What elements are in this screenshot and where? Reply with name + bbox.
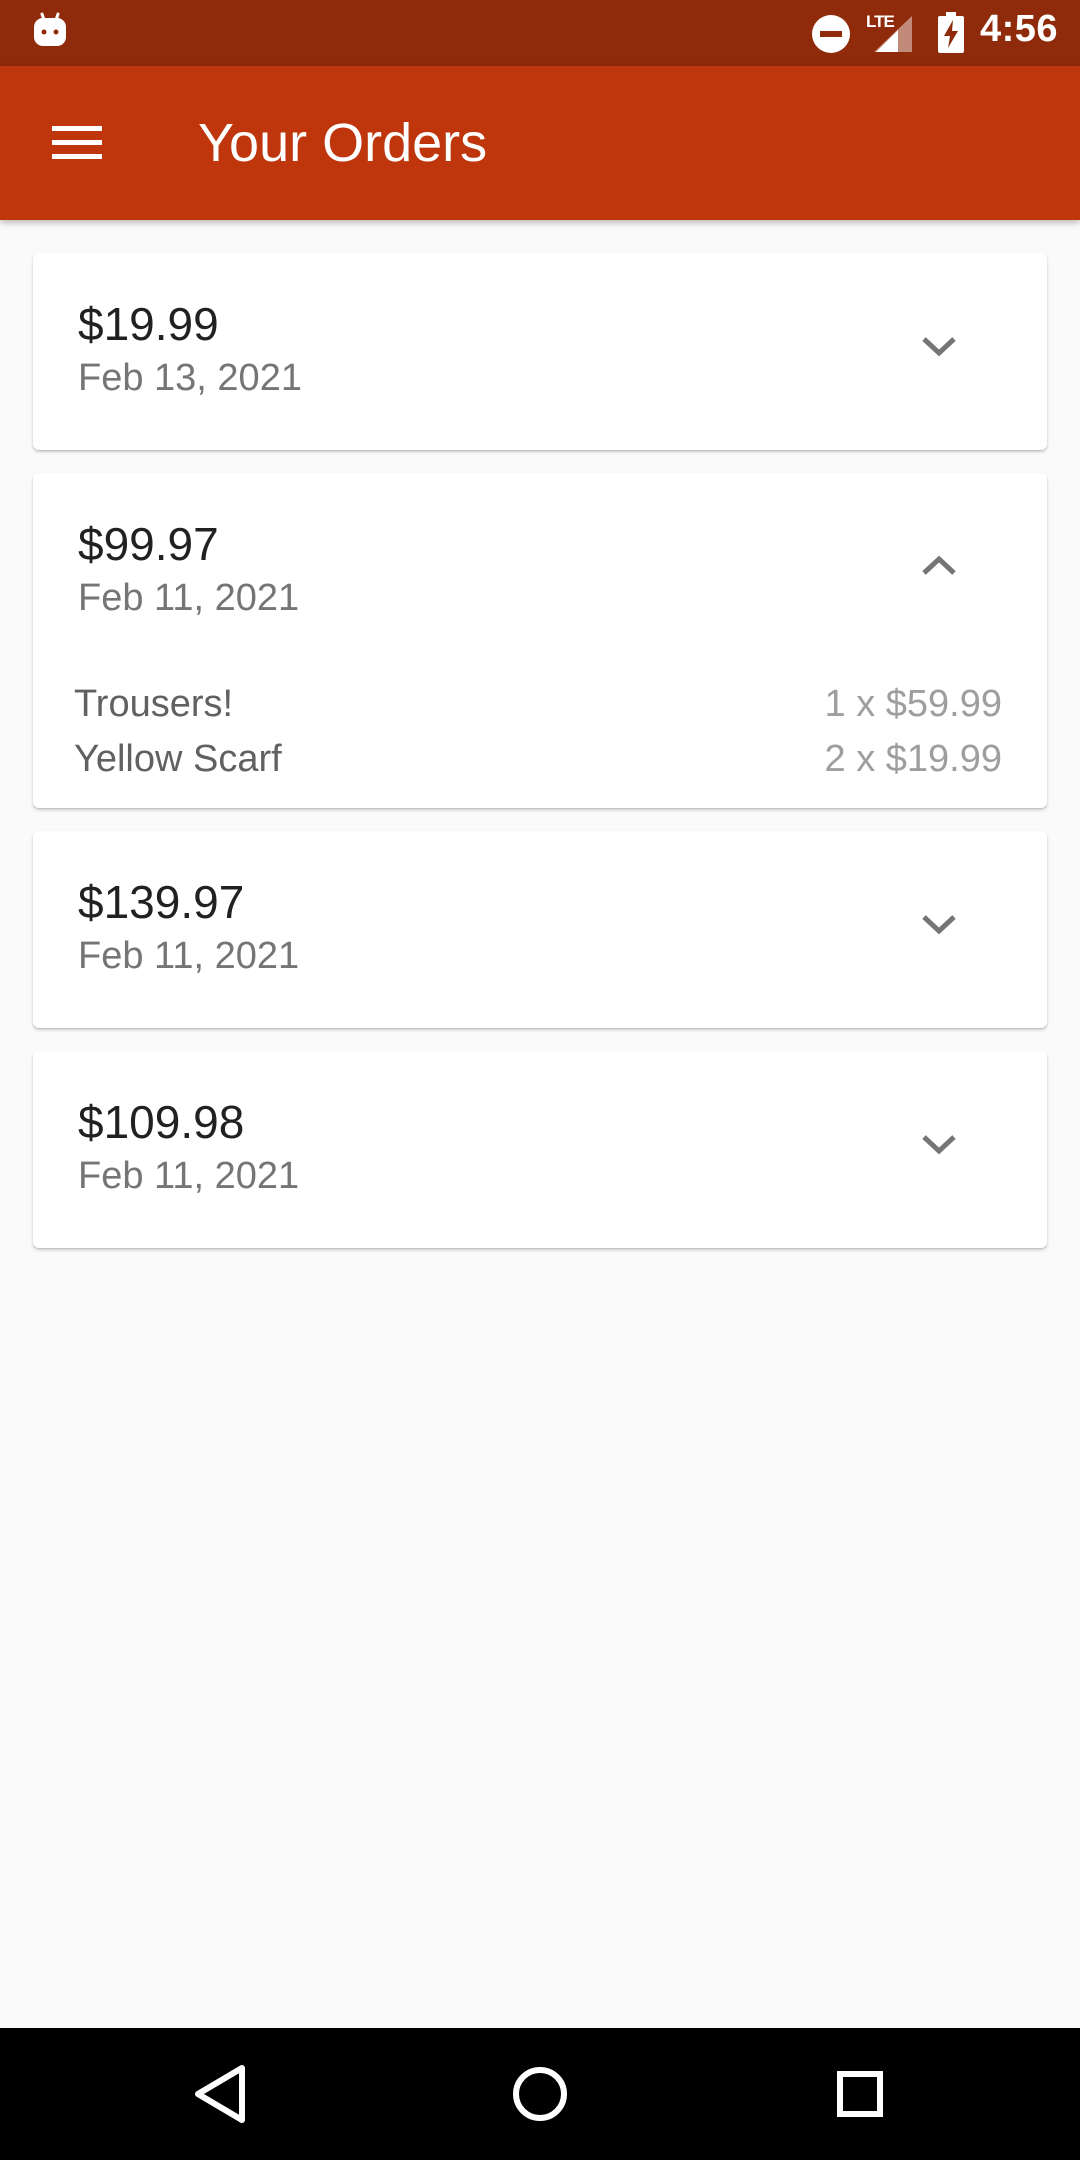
order-card-expanded[interactable]: $99.97 Feb 11, 2021 Trousers! 1 x $59.99… bbox=[33, 473, 1047, 808]
home-button[interactable] bbox=[504, 2058, 576, 2130]
order-total: $109.98 bbox=[78, 1096, 245, 1148]
order-date: Feb 11, 2021 bbox=[78, 1155, 300, 1197]
status-bar: LTE 4:56 bbox=[0, 0, 1080, 66]
chevron-up-icon[interactable] bbox=[921, 555, 957, 582]
order-card[interactable]: $109.98 Feb 11, 2021 bbox=[33, 1051, 1047, 1248]
android-robot-icon bbox=[33, 12, 67, 53]
order-item-name: Yellow Scarf bbox=[74, 738, 282, 780]
chevron-down-icon[interactable] bbox=[921, 913, 957, 940]
signal-icon bbox=[872, 14, 914, 59]
menu-button[interactable] bbox=[38, 111, 116, 175]
recents-square-icon bbox=[837, 2071, 883, 2117]
order-date: Feb 11, 2021 bbox=[78, 577, 300, 619]
order-card[interactable]: $139.97 Feb 11, 2021 bbox=[33, 831, 1047, 1028]
hamburger-menu-icon bbox=[52, 126, 102, 159]
order-item-quantity-price: 1 x $59.99 bbox=[824, 683, 1002, 725]
app-bar: Your Orders bbox=[0, 66, 1080, 220]
order-date: Feb 13, 2021 bbox=[78, 357, 302, 399]
order-total: $19.99 bbox=[78, 298, 219, 350]
system-navigation-bar bbox=[0, 2028, 1080, 2160]
order-card[interactable]: $19.99 Feb 13, 2021 bbox=[33, 253, 1047, 450]
chevron-down-icon[interactable] bbox=[921, 1133, 957, 1160]
order-item-name: Trousers! bbox=[74, 683, 234, 725]
back-triangle-icon bbox=[195, 2065, 245, 2123]
status-time: 4:56 bbox=[979, 8, 1058, 50]
order-item-quantity-price: 2 x $19.99 bbox=[824, 738, 1002, 780]
home-circle-icon bbox=[513, 2067, 567, 2121]
order-date: Feb 11, 2021 bbox=[78, 935, 300, 977]
chevron-down-icon[interactable] bbox=[921, 335, 957, 362]
do-not-disturb-icon bbox=[811, 14, 851, 59]
order-total: $99.97 bbox=[78, 518, 219, 570]
recents-button[interactable] bbox=[824, 2058, 896, 2130]
page-title: Your Orders bbox=[198, 113, 488, 173]
battery-charging-icon bbox=[937, 12, 965, 59]
order-total: $139.97 bbox=[78, 876, 245, 928]
back-button[interactable] bbox=[184, 2058, 256, 2130]
